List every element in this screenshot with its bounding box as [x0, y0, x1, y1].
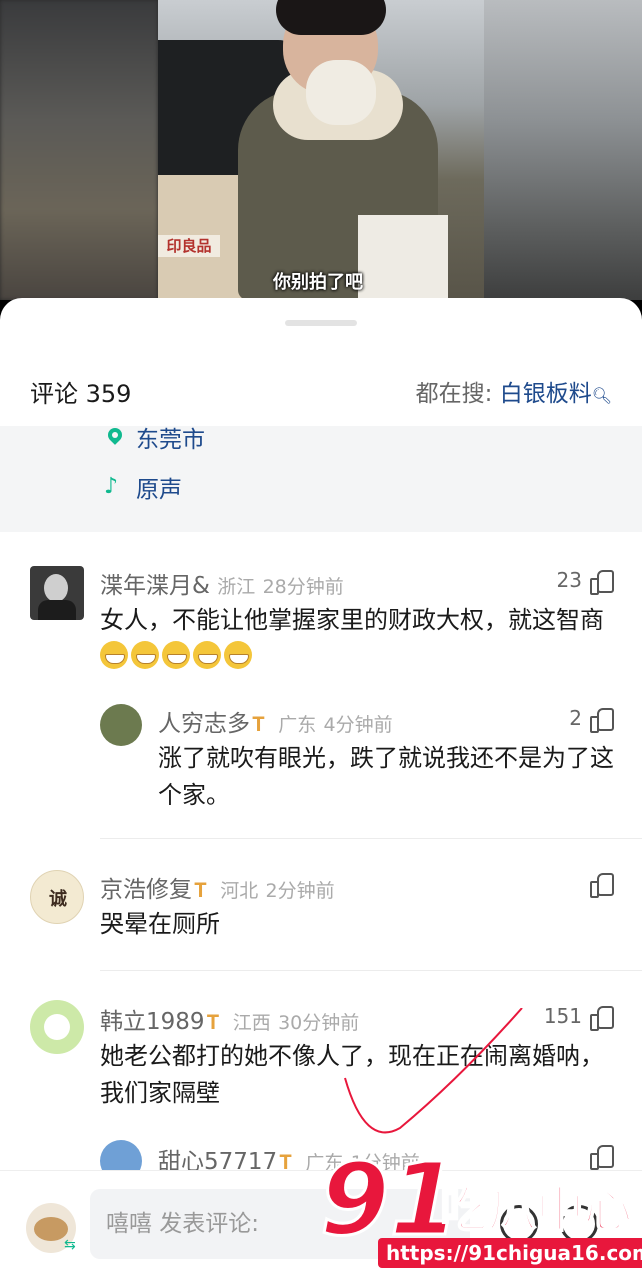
audio-row[interactable]: ♪ 原声 — [104, 470, 182, 504]
comment-time: 28分钟前 — [262, 576, 344, 598]
sheet-grabber[interactable] — [285, 320, 357, 326]
comment-time: 2分钟前 — [265, 880, 335, 902]
comment-divider — [100, 838, 642, 839]
comment-region: 河北 — [220, 880, 259, 902]
comment-username[interactable]: 京浩修复 — [100, 877, 192, 903]
like-button[interactable] — [582, 872, 614, 898]
location-pin-icon — [108, 428, 122, 446]
comment-author-row: 京浩修复 𝚻 河北 2分钟前 — [100, 870, 335, 904]
person-glove — [306, 60, 376, 125]
comment-region: 广东 — [278, 714, 317, 736]
like-count: 23 — [556, 568, 582, 592]
like-button[interactable]: 23 — [556, 568, 614, 595]
video-subtitle: 你别拍了吧 — [273, 272, 363, 293]
hot-search-prefix: 都在搜: — [415, 381, 493, 407]
comment-text: 涨了就吹有眼光，跌了就说我还不是为了这个家。 — [158, 744, 614, 809]
fan-badge-icon: 𝚻 — [194, 878, 207, 902]
grin-emoji-icon — [100, 641, 255, 671]
fan-badge-icon: 𝚻 — [252, 712, 265, 736]
comment-author-row: 韩立1989 𝚻 江西 30分钟前 — [100, 1002, 359, 1036]
comment-author-row: 渫年渫月& 浙江 28分钟前 — [100, 566, 344, 600]
watermark-brand: 吃瓜中心 — [439, 1181, 633, 1239]
comment-author-row: 人穷志多 𝚻 广东 4分钟前 — [158, 704, 393, 738]
person-pants — [358, 215, 448, 300]
comment-time: 4分钟前 — [323, 714, 393, 736]
comment-username[interactable]: 人穷志多 — [158, 711, 250, 737]
user-avatar[interactable]: 诚 — [30, 870, 84, 924]
location-row[interactable]: 东莞市 — [104, 420, 205, 454]
audio-text: 原声 — [136, 477, 182, 503]
like-button[interactable]: 151 — [543, 1004, 614, 1031]
comment-text: 哭晕在厕所 — [100, 910, 220, 938]
switch-identity-icon[interactable]: ⇆ — [64, 1237, 76, 1253]
location-text: 东莞市 — [136, 427, 205, 453]
like-button[interactable]: 2 — [569, 706, 614, 733]
like-count: 2 — [569, 706, 582, 730]
watermark-url: https://91chigua16.com — [378, 1238, 642, 1268]
comment-region: 浙江 — [217, 576, 256, 598]
sheet-header: 评论 359 都在搜: 白银板料🔍︎ — [0, 358, 642, 418]
user-avatar[interactable] — [100, 704, 142, 746]
bag-label: 印良品 — [158, 235, 220, 257]
thumbs-up-icon — [590, 569, 614, 595]
fan-badge-icon: 𝚻 — [206, 1010, 220, 1034]
check-mark-annotation — [344, 1008, 523, 1134]
hot-search-keyword[interactable]: 白银板料 — [500, 381, 592, 407]
comment-count: 评论 359 — [30, 380, 132, 408]
video-blur-right — [484, 0, 642, 300]
thumbs-up-icon — [590, 872, 614, 898]
video-player[interactable]: 印良品 你别拍了吧 — [0, 0, 642, 300]
hot-search-link[interactable]: 都在搜: 白银板料🔍︎ — [416, 374, 612, 408]
search-icon: 🔍︎ — [591, 386, 612, 405]
video-blur-left — [0, 0, 158, 300]
thumbs-up-icon — [590, 707, 614, 733]
comment-text: 女人，不能让他掌握家里的财政大权，就这智商 — [100, 602, 615, 676]
user-avatar[interactable] — [30, 566, 84, 620]
person-hair — [276, 0, 386, 35]
watermark-number: 91 — [318, 1141, 460, 1258]
video-meta-box: 东莞市 ♪ 原声 — [0, 426, 642, 532]
music-note-icon: ♪ — [104, 474, 119, 499]
comment-sheet: 评论 359 都在搜: 白银板料🔍︎ 东莞市 ♪ 原声 渫年渫月& 浙江 28分… — [0, 298, 642, 1280]
comment-username[interactable]: 渫年渫月& — [100, 573, 210, 599]
site-watermark: 91 吃瓜中心 https://91chigua16.com — [300, 1141, 642, 1275]
comment-region: 江西 — [232, 1012, 271, 1034]
comment-username[interactable]: 韩立1989 — [100, 1009, 205, 1035]
thumbs-up-icon — [590, 1005, 614, 1031]
comment-text-content: 女人，不能让他掌握家里的财政大权，就这智商 — [100, 606, 604, 634]
video-frame: 印良品 — [158, 0, 484, 300]
user-avatar[interactable] — [30, 1000, 84, 1054]
like-count: 151 — [543, 1004, 582, 1028]
comment-divider — [100, 970, 642, 971]
